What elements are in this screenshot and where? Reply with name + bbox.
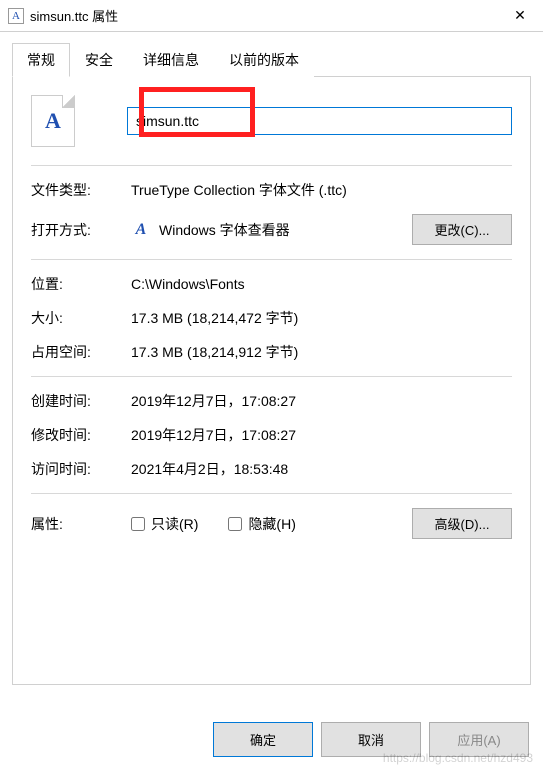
ok-button[interactable]: 确定: [213, 722, 313, 757]
tab-general[interactable]: 常规: [12, 43, 70, 77]
label-attributes: 属性:: [31, 514, 131, 534]
readonly-checkbox[interactable]: [131, 517, 145, 531]
readonly-checkbox-wrap[interactable]: 只读(R): [131, 514, 198, 534]
value-location: C:\Windows\Fonts: [131, 276, 512, 292]
titlebar: A simsun.ttc 属性 ✕: [0, 0, 543, 32]
hidden-checkbox-wrap[interactable]: 隐藏(H): [228, 514, 295, 534]
font-file-icon: A: [8, 8, 24, 24]
tab-previous-versions[interactable]: 以前的版本: [214, 43, 314, 77]
value-size: 17.3 MB (18,214,472 字节): [131, 308, 512, 328]
file-type-icon: A: [31, 95, 75, 147]
value-accessed: 2021年4月2日，18:53:48: [131, 459, 512, 479]
row-created: 创建时间: 2019年12月7日，17:08:27: [31, 391, 512, 411]
filename-row: A: [31, 95, 512, 147]
row-opens-with: 打开方式: A Windows 字体查看器 更改(C)...: [31, 214, 512, 245]
hidden-checkbox[interactable]: [228, 517, 242, 531]
row-file-type: 文件类型: TrueType Collection 字体文件 (.ttc): [31, 180, 512, 200]
row-attributes: 属性: 只读(R) 隐藏(H) 高级(D)...: [31, 508, 512, 539]
label-created: 创建时间:: [31, 391, 131, 411]
label-modified: 修改时间:: [31, 425, 131, 445]
separator: [31, 259, 512, 260]
tab-details[interactable]: 详细信息: [128, 43, 214, 77]
apply-button[interactable]: 应用(A): [429, 722, 529, 757]
value-opens-with: A Windows 字体查看器 更改(C)...: [131, 214, 512, 245]
font-viewer-icon: A: [131, 220, 151, 240]
readonly-label: 只读(R): [151, 514, 198, 534]
label-opens-with: 打开方式:: [31, 220, 131, 240]
label-size: 大小:: [31, 308, 131, 328]
advanced-button[interactable]: 高级(D)...: [412, 508, 512, 539]
separator: [31, 493, 512, 494]
row-modified: 修改时间: 2019年12月7日，17:08:27: [31, 425, 512, 445]
label-accessed: 访问时间:: [31, 459, 131, 479]
opens-with-text: Windows 字体查看器: [159, 220, 290, 240]
close-button[interactable]: ✕: [497, 0, 543, 32]
tab-strip: 常规 安全 详细信息 以前的版本: [12, 42, 531, 77]
label-location: 位置:: [31, 274, 131, 294]
change-button[interactable]: 更改(C)...: [412, 214, 512, 245]
row-location: 位置: C:\Windows\Fonts: [31, 274, 512, 294]
separator: [31, 165, 512, 166]
value-modified: 2019年12月7日，17:08:27: [131, 425, 512, 445]
label-size-on-disk: 占用空间:: [31, 342, 131, 362]
row-size: 大小: 17.3 MB (18,214,472 字节): [31, 308, 512, 328]
tab-security[interactable]: 安全: [70, 43, 128, 77]
value-file-type: TrueType Collection 字体文件 (.ttc): [131, 180, 512, 200]
separator: [31, 376, 512, 377]
label-file-type: 文件类型:: [31, 180, 131, 200]
value-size-on-disk: 17.3 MB (18,214,912 字节): [131, 342, 512, 362]
row-accessed: 访问时间: 2021年4月2日，18:53:48: [31, 459, 512, 479]
hidden-label: 隐藏(H): [248, 514, 295, 534]
tabs-container: 常规 安全 详细信息 以前的版本 A 文件类型: TrueType Collec…: [0, 32, 543, 685]
cancel-button[interactable]: 取消: [321, 722, 421, 757]
row-size-on-disk: 占用空间: 17.3 MB (18,214,912 字节): [31, 342, 512, 362]
general-panel: A 文件类型: TrueType Collection 字体文件 (.ttc) …: [12, 77, 531, 685]
value-created: 2019年12月7日，17:08:27: [131, 391, 512, 411]
window-title: simsun.ttc 属性: [30, 6, 497, 25]
filename-input[interactable]: [127, 107, 512, 135]
dialog-buttons: 确定 取消 应用(A): [213, 722, 529, 757]
